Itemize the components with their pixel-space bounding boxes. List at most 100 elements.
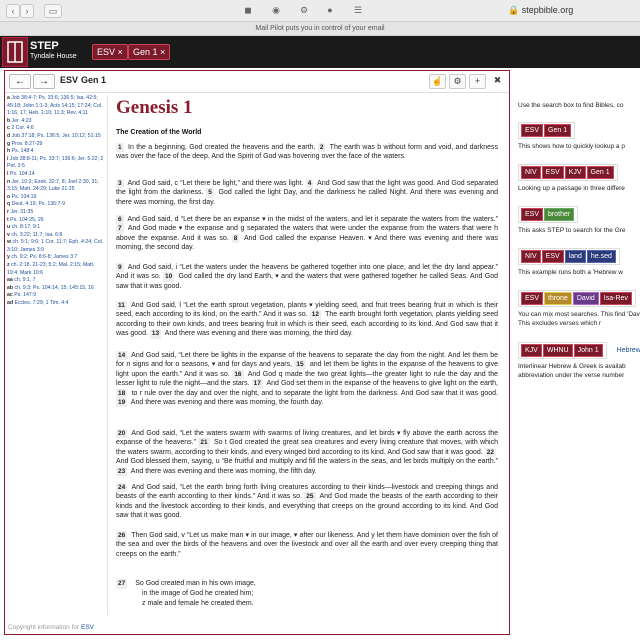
version-label[interactable]: ESV <box>60 75 78 85</box>
verse-number[interactable]: 17 <box>251 379 263 389</box>
example-tag[interactable]: land <box>564 250 586 263</box>
verse-number[interactable]: 27 <box>116 579 128 589</box>
cross-reference-text[interactable]: 2 Cor. 4:6 <box>11 125 34 131</box>
cross-reference-text[interactable]: Job 37:18; Ps. 136:5; Jer. 10:12; 51:15 <box>12 133 101 139</box>
example-tag[interactable]: Gen 1 <box>544 124 572 137</box>
address-bar[interactable]: 🔒 stepbible.org <box>508 5 573 16</box>
verse-number[interactable]: 22 <box>484 447 496 458</box>
sidebar-icon[interactable]: ▭ <box>44 4 62 18</box>
extension-icon[interactable]: ◼ <box>240 4 256 18</box>
example-tag[interactable]: NIV <box>521 166 541 179</box>
verse-number[interactable]: 15 <box>294 360 306 370</box>
cross-reference[interactable]: q Deut. 4:19; Ps. 136:7-9 <box>7 201 107 209</box>
next-chapter-button[interactable]: → <box>33 74 55 89</box>
example-search[interactable]: KJV WHNU John 1 <box>518 342 607 359</box>
example-tag[interactable]: KJV <box>521 344 542 357</box>
example-tag[interactable]: Isa-Rev <box>599 292 632 305</box>
cross-reference[interactable]: w ch. 5:1; 9:6; 1 Cor. 11:7; Eph. 4:24; … <box>7 239 107 254</box>
step-logo[interactable] <box>2 37 28 67</box>
example-search[interactable]: NIV ESV land he.sed <box>518 248 620 265</box>
cross-reference[interactable]: t Ps. 104:25, 26 <box>7 217 107 225</box>
cross-reference-text[interactable]: Job 38:4-7; Ps. 33:6; 136:5; Isa. 42:5; … <box>7 95 102 116</box>
cross-reference[interactable]: h Ps. 148:4 <box>7 148 107 156</box>
cross-reference[interactable]: r Jer. 31:35 <box>7 209 107 217</box>
passage-text[interactable]: Genesis 1 The Creation of the World 1 In… <box>107 95 507 615</box>
cross-reference[interactable]: y ch. 9:2; Ps. 8:6-8; James 3:7 <box>7 254 107 262</box>
example-extra-link[interactable]: Hebrew <box>615 347 640 354</box>
cross-reference-text[interactable]: Jer. 31:35 <box>10 209 33 215</box>
verse-number[interactable]: 6 <box>116 215 124 225</box>
cross-reference-text[interactable]: Jer. 10:2; Ezek. 32:7, 8; Joel 2:30, 31;… <box>7 179 99 193</box>
example-search[interactable]: ESV throne David Isa-Rev <box>518 290 636 307</box>
close-icon[interactable]: ✖ <box>489 74 506 89</box>
cross-reference-text[interactable]: Ps. 147:9 <box>14 292 36 298</box>
cross-reference[interactable]: z ch. 2:18, 21-23; 5:2; Mal. 2:15; Matt.… <box>7 262 107 277</box>
cross-reference[interactable]: d Job 37:18; Ps. 136:5; Jer. 10:12; 51:1… <box>7 133 107 141</box>
verse-number[interactable]: 11 <box>116 301 127 311</box>
cross-reference-text[interactable]: Ps. 104:25, 26 <box>10 217 43 223</box>
extension-icon-2[interactable]: ◉ <box>268 4 284 18</box>
search-chip-version[interactable]: ESV × <box>92 44 128 60</box>
verse-number[interactable]: 25 <box>304 492 316 502</box>
browser-tab[interactable]: Mail Pilot puts you in control of your e… <box>0 22 640 36</box>
example-tag[interactable]: John 1 <box>573 344 603 357</box>
reader-icon[interactable]: ☰ <box>350 4 366 18</box>
cross-reference-text[interactable]: Prov. 8:27-29 <box>12 141 43 147</box>
example-search[interactable]: ESV brother <box>518 206 579 223</box>
example-tag[interactable]: NIV <box>521 250 541 263</box>
verse-number[interactable]: 9 <box>116 263 124 273</box>
add-column-icon[interactable]: + <box>469 74 486 89</box>
example-tag[interactable]: brother <box>544 208 575 221</box>
cross-reference[interactable]: ac Ps. 147:9 <box>7 292 107 300</box>
cross-reference[interactable]: c 2 Cor. 4:6 <box>7 125 107 133</box>
verse-number[interactable]: 10 <box>162 272 175 282</box>
cross-reference[interactable]: v ch. 3:22; 11:7; Isa. 6:8 <box>7 232 107 240</box>
extension-icon-4[interactable]: ● <box>322 4 338 18</box>
verse-number[interactable]: 23 <box>116 466 128 477</box>
example-tag[interactable]: David <box>572 292 599 305</box>
cross-reference[interactable]: l Ps. 104:14 <box>7 171 107 179</box>
verse-number[interactable]: 12 <box>309 310 322 320</box>
cross-reference[interactable]: aa ch. 9:1, 7 <box>7 277 107 285</box>
example-search[interactable]: ESV Gen 1 <box>518 122 576 139</box>
cross-reference-text[interactable]: ch. 8:17; 9:1 <box>12 224 41 230</box>
cross-reference-text[interactable]: Eccles. 7:29; 1 Tim. 4:4 <box>15 300 69 306</box>
gear-icon[interactable]: ⚙ <box>449 74 466 89</box>
example-tag[interactable]: Gen 1 <box>586 166 614 179</box>
verse-number[interactable]: 3 <box>116 179 124 189</box>
verse-number[interactable]: 18 <box>116 388 128 399</box>
like-icon[interactable]: ☝ <box>429 74 446 89</box>
verse-number[interactable]: 5 <box>206 188 214 198</box>
cross-reference[interactable]: g Prov. 8:27-29 <box>7 141 107 149</box>
verse-number[interactable]: 1 <box>116 143 124 153</box>
example-tag[interactable]: ESV <box>541 250 564 263</box>
example-tag[interactable]: throne <box>544 292 572 305</box>
example-tag[interactable]: ESV <box>521 292 544 305</box>
previous-chapter-button[interactable]: ← <box>9 74 31 89</box>
cross-reference-text[interactable]: Deut. 4:19; Ps. 136:7-9 <box>12 201 65 207</box>
verse-number[interactable]: 20 <box>116 429 128 439</box>
copyright-link[interactable]: ESV <box>81 624 94 631</box>
verse-number[interactable]: 21 <box>198 438 210 448</box>
cross-reference-text[interactable]: Ps. 104:19 <box>12 194 37 200</box>
back-icon[interactable]: ‹ <box>6 4 20 18</box>
cross-reference-text[interactable]: ch. 3:22; 11:7; Isa. 6:8 <box>11 232 62 238</box>
cross-reference-text[interactable]: Jer. 4:23 <box>12 118 32 124</box>
reference-label[interactable]: Gen 1 <box>81 75 106 85</box>
cross-reference[interactable]: ad Eccles. 7:29; 1 Tim. 4:4 <box>7 300 107 308</box>
cross-reference[interactable]: o Ps. 104:19 <box>7 194 107 202</box>
example-tag[interactable]: ESV <box>541 166 564 179</box>
cross-reference[interactable]: n Jer. 10:2; Ezek. 32:7, 8; Joel 2:30, 3… <box>7 179 107 194</box>
cross-reference-text[interactable]: ch. 9:3; Ps. 104:14, 15; 145:15, 16 <box>15 285 94 291</box>
example-search[interactable]: NIV ESV KJV Gen 1 <box>518 164 618 181</box>
verse-number[interactable]: 7 <box>116 224 124 234</box>
verse-number[interactable]: 8 <box>231 233 240 244</box>
search-chip-reference[interactable]: Gen 1 × <box>128 44 171 60</box>
verse-number[interactable]: 19 <box>116 398 128 408</box>
cross-reference[interactable]: a Job 38:4-7; Ps. 33:6; 136:5; Isa. 42:5… <box>7 95 107 118</box>
verse-number[interactable]: 16 <box>232 369 244 380</box>
cross-reference[interactable]: i Job 38:8-11; Ps. 33:7; 136:6; Jer. 5:2… <box>7 156 107 171</box>
example-tag[interactable]: ESV <box>521 124 544 137</box>
cross-reference-text[interactable]: ch. 9:2; Ps. 8:6-8; James 3:7 <box>11 254 77 260</box>
cross-reference[interactable]: ab ch. 9:3; Ps. 104:14, 15; 145:15, 16 <box>7 285 107 293</box>
